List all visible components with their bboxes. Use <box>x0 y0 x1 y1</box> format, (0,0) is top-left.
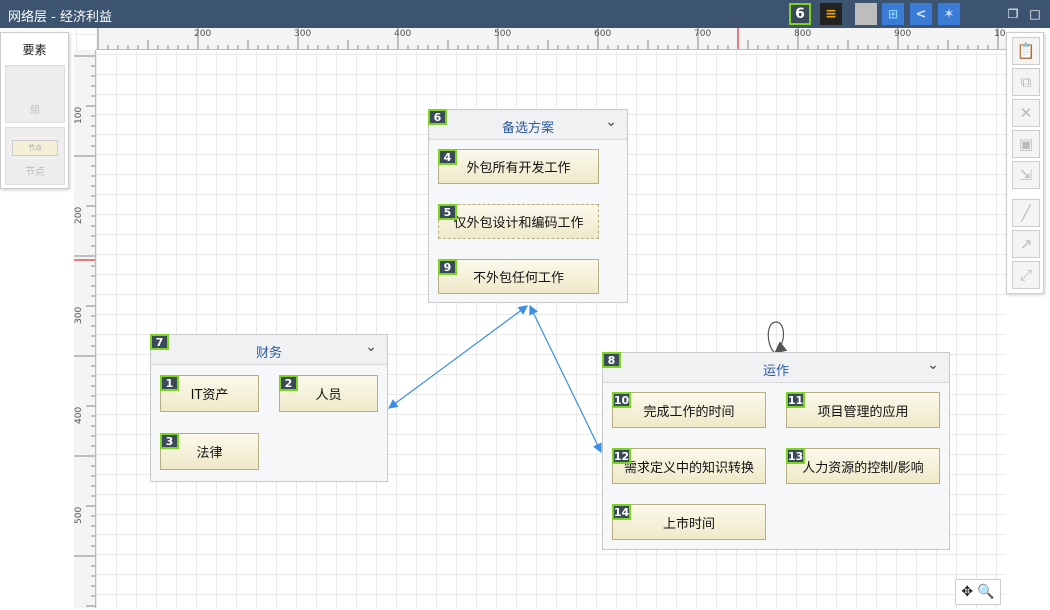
node-knowledge-transfer[interactable]: 需求定义中的知识转换 <box>612 448 766 484</box>
copy-icon[interactable]: ⧉ <box>1012 68 1040 96</box>
ruler-label: 500 <box>494 29 512 39</box>
ruler-top-ticks <box>97 28 999 49</box>
maximize-window-icon[interactable]: □ <box>1024 3 1046 25</box>
node-outsource-all[interactable]: 外包所有开发工作 <box>438 149 599 184</box>
chevron-down-icon[interactable]: ⌄ <box>605 114 617 130</box>
node-number-badge: 10 <box>612 392 631 408</box>
ruler-label: 100 <box>994 29 1006 39</box>
node-outsource-design-coding[interactable]: 仅外包设计和编码工作 <box>438 204 599 239</box>
image-icon[interactable]: ▣ <box>1012 130 1040 158</box>
palette-title: 要素 <box>22 43 47 57</box>
double-arrow-icon[interactable]: ⤢ <box>1012 261 1040 289</box>
ruler-label: 100 <box>74 106 84 124</box>
ruler-label: 800 <box>794 29 812 39</box>
right-toolbar: 📋 ⧉ ✕ ▣ ⇲ ╱ ↗ ⤢ <box>1006 32 1044 294</box>
palette-item-group[interactable]: 组 <box>5 65 65 123</box>
node-label: 法律 <box>196 446 223 461</box>
node-label: IT资产 <box>190 388 229 403</box>
node-outsource-none[interactable]: 不外包任何工作 <box>438 259 599 294</box>
zoom-icon[interactable]: 🔍 <box>977 584 994 600</box>
node-label: 上市时间 <box>662 516 715 532</box>
ruler-label: 200 <box>74 206 84 224</box>
ruler-top: 200 300 400 500 600 700 800 900 100 <box>96 28 1006 50</box>
node-time-to-market[interactable]: 上市时间 <box>612 504 766 540</box>
node-label: 人员 <box>315 388 342 403</box>
palette-item-label: 组 <box>30 105 40 116</box>
ruler-label: 400 <box>74 406 84 424</box>
restore-window-icon[interactable]: ❐ <box>1002 3 1024 25</box>
palette-item-node[interactable]: 节点 节点 <box>5 127 65 185</box>
priority-icon[interactable]: ≡ <box>820 3 842 25</box>
node-hr-control[interactable]: 人力资源的控制/影响 <box>786 448 940 484</box>
window-title: 网络层 - 经济利益 <box>8 10 112 25</box>
palette-item-label: 节点 <box>25 167 45 178</box>
group-title: 运作 <box>762 364 789 379</box>
ruler-label: 500 <box>74 506 84 524</box>
node-number-badge: 13 <box>786 448 805 464</box>
node-completion-time[interactable]: 完成工作的时间 <box>612 392 766 428</box>
node-label: 人力资源的控制/影响 <box>802 460 924 476</box>
node-preview: 节点 <box>12 140 58 156</box>
ruler-label: 200 <box>194 29 212 39</box>
node-number-badge: 1 <box>160 375 179 391</box>
chevron-down-icon[interactable]: ⌄ <box>927 357 939 373</box>
node-label: 项目管理的应用 <box>817 404 909 420</box>
node-label: 外包所有开发工作 <box>466 161 571 176</box>
paste-icon[interactable]: 📋 <box>1012 37 1040 65</box>
ruler-label: 400 <box>394 29 412 39</box>
group-number-badge: 6 <box>428 109 447 125</box>
delete-icon[interactable]: ✕ <box>1012 99 1040 127</box>
line-icon[interactable]: ╱ <box>1012 199 1040 227</box>
node-number-badge: 9 <box>438 259 457 275</box>
export-icon[interactable]: ⇲ <box>1012 161 1040 189</box>
merge-icon[interactable]: ✶ <box>938 3 960 25</box>
node-number-badge: 3 <box>160 433 179 449</box>
ruler-left-ticks <box>74 55 95 607</box>
ruler-label: 900 <box>894 29 912 39</box>
structure-icon[interactable]: ⊞ <box>882 3 904 25</box>
gray-square-icon[interactable] <box>855 3 877 25</box>
node-number-badge: 11 <box>786 392 805 408</box>
node-label: 不外包任何工作 <box>472 271 564 286</box>
group-header: 备选方案 ⌄ <box>429 110 627 140</box>
group-header: 运作 ⌄ <box>603 353 949 383</box>
count-badge[interactable]: 6 <box>789 3 811 25</box>
node-label: 仅外包设计和编码工作 <box>453 216 584 231</box>
ruler-label: 600 <box>594 29 612 39</box>
chevron-down-icon[interactable]: ⌄ <box>365 339 377 355</box>
node-label: 完成工作的时间 <box>643 404 735 420</box>
node-number-badge: 2 <box>279 375 298 391</box>
node-number-badge: 12 <box>612 448 631 464</box>
element-palette: 要素 组 节点 节点 <box>0 32 69 189</box>
arrow-icon[interactable]: ↗ <box>1012 230 1040 258</box>
zoom-pan-control: ✥ 🔍 <box>955 579 1001 605</box>
pan-icon[interactable]: ✥ <box>961 584 973 600</box>
group-title: 备选方案 <box>501 121 554 136</box>
group-number-badge: 8 <box>602 352 621 368</box>
title-bar: 网络层 - 经济利益 6 ≡ ⊞ < ✶ ❐ □ <box>0 0 1050 28</box>
group-number-badge: 7 <box>150 334 169 350</box>
share-icon[interactable]: < <box>910 3 932 25</box>
node-number-badge: 4 <box>438 149 457 165</box>
group-title: 财务 <box>255 346 282 361</box>
ruler-label: 300 <box>74 306 84 324</box>
ruler-label: 700 <box>694 29 712 39</box>
group-header: 财务 ⌄ <box>151 335 387 365</box>
node-label: 需求定义中的知识转换 <box>623 460 754 476</box>
node-number-badge: 5 <box>438 204 457 220</box>
node-project-management[interactable]: 项目管理的应用 <box>786 392 940 428</box>
ruler-label: 300 <box>294 29 312 39</box>
ruler-left: 100 200 300 400 500 <box>74 50 96 608</box>
node-number-badge: 14 <box>612 504 631 520</box>
